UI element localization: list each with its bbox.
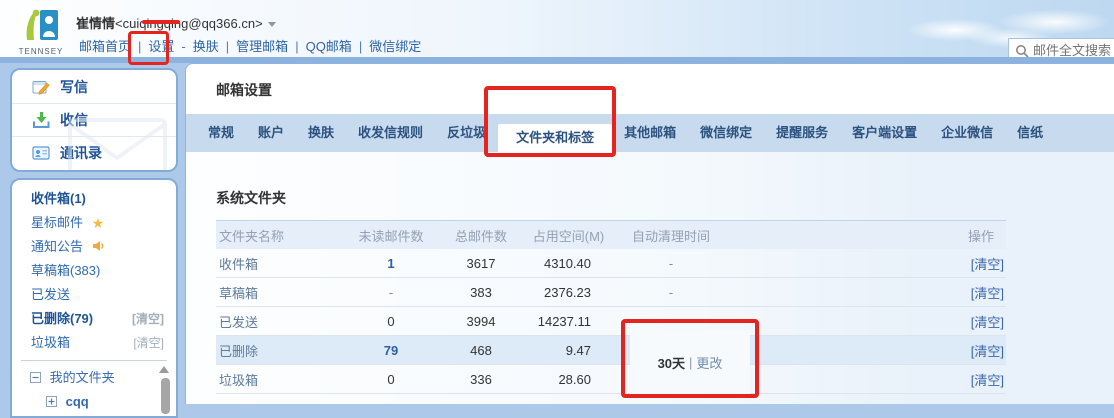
annotation-stroke-email xyxy=(142,20,180,24)
contacts-icon xyxy=(32,144,50,162)
collapse-icon[interactable] xyxy=(30,372,41,383)
speaker-icon xyxy=(92,240,105,252)
tab-skin[interactable]: 换肤 xyxy=(296,114,346,152)
table-header-row: 文件夹名称 未读邮件数 总邮件数 占用空间(M) 自动清理时间 操作 xyxy=(216,220,1006,249)
sidebar-folders-panel: 收件箱(1) 星标邮件 ★ 通知公告 草稿箱(383) 已发送 已删除(79) … xyxy=(10,178,178,418)
annotation-box-settings xyxy=(128,31,169,65)
tab-general[interactable]: 常规 xyxy=(196,114,246,152)
folder-divider xyxy=(21,360,167,361)
annotation-box-folders-tab xyxy=(484,86,616,157)
clear-drafts-button[interactable]: [清空] xyxy=(971,286,1004,301)
clear-inbox-button[interactable]: [清空] xyxy=(971,257,1004,272)
tab-account[interactable]: 账户 xyxy=(246,114,296,152)
user-name: 崔情情 xyxy=(76,16,115,31)
table-row-drafts: 草稿箱 - 383 2376.23 - [清空] xyxy=(216,278,1006,307)
receive-icon xyxy=(32,111,50,129)
col-autoclean: 自动清理时间 xyxy=(616,226,726,245)
nav-manage-mailbox[interactable]: 管理邮箱 xyxy=(236,39,288,54)
clear-deleted-link[interactable]: [清空] xyxy=(132,307,164,331)
search-icon xyxy=(1015,44,1029,58)
nav-mail-home[interactable]: 邮箱首页 xyxy=(79,39,131,54)
compose-button[interactable]: 写信 xyxy=(12,70,176,103)
nav-change-skin[interactable]: 换肤 xyxy=(193,39,219,54)
col-unread: 未读邮件数 xyxy=(341,226,441,245)
sidebar-item-cqq[interactable]: cqq xyxy=(12,390,176,414)
col-folder-name: 文件夹名称 xyxy=(216,226,341,245)
sidebar-item-drafts[interactable]: 草稿箱(383) xyxy=(12,259,176,283)
tab-mail-rules[interactable]: 收发信规则 xyxy=(346,114,435,152)
clear-deleted-button[interactable]: [清空] xyxy=(971,344,1004,359)
sidebar-item-inbox[interactable]: 收件箱(1) xyxy=(12,187,176,211)
envelope-watermark-icon xyxy=(52,100,172,172)
clear-spam-button[interactable]: [清空] xyxy=(971,373,1004,388)
sidebar-item-spam[interactable]: 垃圾箱 [清空] xyxy=(12,331,176,355)
nav-qq-mail[interactable]: QQ邮箱 xyxy=(306,39,352,54)
compose-icon xyxy=(32,78,50,96)
user-email: <cuiqingqing@qq366.cn> xyxy=(115,16,263,31)
scrollbar-thumb[interactable] xyxy=(161,378,170,414)
sidebar-item-starred[interactable]: 星标邮件 ★ xyxy=(12,211,176,235)
tab-enterprise-wechat[interactable]: 企业微信 xyxy=(929,114,1005,152)
table-row-deleted: 已删除 79 468 9.47 [清空] xyxy=(216,336,1006,365)
logo-icon xyxy=(21,7,61,43)
scrollbar-up-icon[interactable] xyxy=(159,366,169,373)
tab-client-settings[interactable]: 客户端设置 xyxy=(840,114,929,152)
col-total: 总邮件数 xyxy=(441,226,521,245)
table-row-spam: 垃圾箱 0 336 28.60 [清空] xyxy=(216,365,1006,394)
sidebar-item-announcements[interactable]: 通知公告 xyxy=(12,235,176,259)
page-title: 邮箱设置 xyxy=(216,80,1114,100)
sidebar-item-deleted[interactable]: 已删除(79) [清空] xyxy=(12,307,176,331)
clear-sent-button[interactable]: [清空] xyxy=(971,315,1004,330)
dropdown-caret-icon[interactable] xyxy=(268,22,276,27)
section-title: 系统文件夹 xyxy=(216,188,1114,208)
expand-icon[interactable] xyxy=(46,396,57,407)
sidebar-item-my-folders[interactable]: 我的文件夹 xyxy=(12,366,176,390)
tab-wechat-bind[interactable]: 微信绑定 xyxy=(688,114,764,152)
col-actions: 操作 xyxy=(726,226,1006,245)
tab-reminder-service[interactable]: 提醒服务 xyxy=(764,114,840,152)
table-row-sent: 已发送 0 3994 14237.11 - [清空] xyxy=(216,307,1006,336)
tab-other-mailboxes[interactable]: 其他邮箱 xyxy=(612,114,688,152)
compose-label: 写信 xyxy=(60,77,88,97)
system-folders-table: 文件夹名称 未读邮件数 总邮件数 占用空间(M) 自动清理时间 操作 收件箱 1… xyxy=(216,220,1006,394)
logo-text: TENNSEY xyxy=(18,47,64,56)
annotation-box-autoclean xyxy=(621,319,759,398)
star-icon: ★ xyxy=(92,215,105,231)
settings-tabbar: 常规 账户 换肤 收发信规则 反垃圾 文件夹和标签 其他邮箱 微信绑定 提醒服务… xyxy=(186,114,1114,152)
col-space: 占用空间(M) xyxy=(521,226,616,245)
clear-spam-link[interactable]: [清空] xyxy=(133,331,164,355)
sidebar-item-sent[interactable]: 已发送 xyxy=(12,283,176,307)
sidebar-actions-panel: 写信 收信 通讯录 xyxy=(10,68,178,172)
tab-stationery[interactable]: 信纸 xyxy=(1005,114,1055,152)
table-row-inbox: 收件箱 1 3617 4310.40 - [清空] xyxy=(216,249,1006,278)
brand-logo: TENNSEY xyxy=(18,7,64,56)
webmail-settings-page: { "header": { "logo_text": "TENNSEY", "u… xyxy=(0,0,1114,403)
search-input[interactable] xyxy=(1033,43,1114,58)
nav-wechat-bind[interactable]: 微信绑定 xyxy=(369,39,421,54)
